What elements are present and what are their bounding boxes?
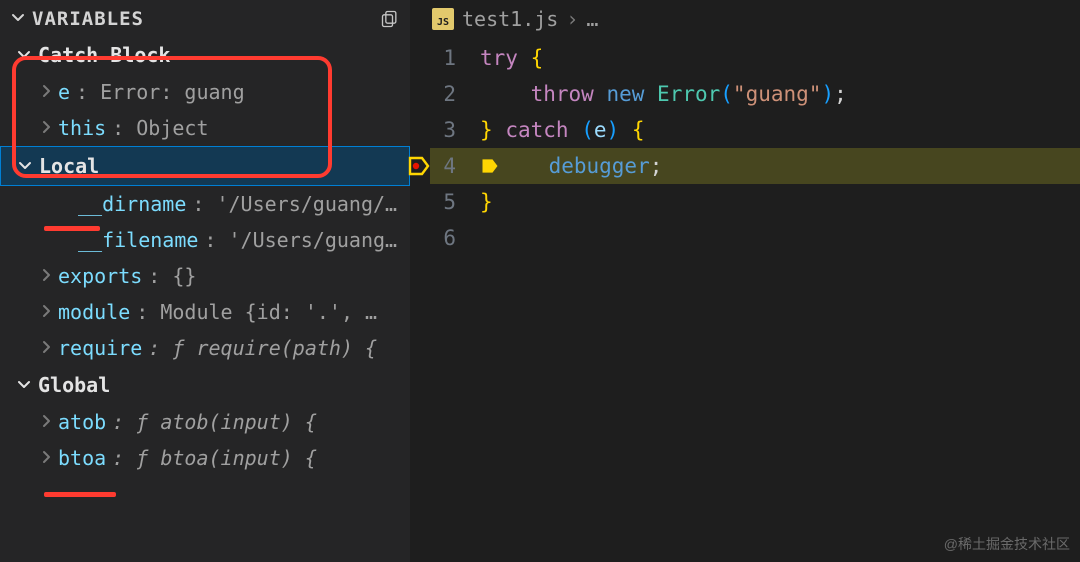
code-area[interactable]: 1try {2 throw new Error("guang");3} catc… — [410, 36, 1080, 256]
variable-value: Error: guang — [100, 80, 245, 104]
chevron-down-icon — [16, 373, 38, 397]
chevron-right-icon — [38, 410, 58, 434]
variable-value: Module {id: '.', … — [160, 300, 377, 324]
line-number: 4 — [430, 154, 480, 178]
variable-row[interactable]: __dirname: '/Users/guang/… — [0, 186, 410, 222]
chevron-right-icon — [38, 446, 58, 470]
code-line[interactable]: 3} catch (e) { — [430, 112, 1080, 148]
variable-name: exports — [58, 264, 142, 288]
variable-name: __filename — [78, 228, 198, 252]
variable-name: module — [58, 300, 130, 324]
variable-row[interactable]: require: ƒ require(path) { — [0, 330, 410, 366]
line-number: 1 — [430, 46, 480, 70]
variable-value: '/Users/guang… — [229, 228, 398, 252]
code-editor: JS test1.js › … 1try {2 throw new Error(… — [410, 0, 1080, 562]
scope-label: Global — [38, 373, 110, 397]
variable-name: atob — [58, 410, 106, 434]
variable-row[interactable]: this: Object — [0, 110, 410, 146]
variable-name: e — [58, 80, 70, 104]
variable-row[interactable]: e: Error: guang — [0, 74, 410, 110]
execution-marker-icon — [480, 154, 498, 178]
variable-name: require — [58, 336, 142, 360]
scope-catch-block[interactable]: Catch Block — [0, 36, 410, 74]
chevron-right-icon — [38, 336, 58, 360]
scope-label: Catch Block — [38, 43, 170, 67]
line-number: 5 — [430, 190, 480, 214]
execution-pointer-icon — [406, 153, 432, 179]
variable-value: ƒ btoa(input) { — [136, 446, 317, 470]
breadcrumb-tail[interactable]: … — [586, 7, 598, 31]
scope-global[interactable]: Global — [0, 366, 410, 404]
collapse-all-icon[interactable] — [380, 9, 400, 29]
scope-local[interactable]: Local — [0, 146, 410, 186]
chevron-down-icon — [10, 8, 32, 30]
chevron-down-icon — [17, 154, 39, 178]
variable-name: __dirname — [78, 192, 186, 216]
variable-row[interactable]: atob: ƒ atob(input) { — [0, 404, 410, 440]
chevron-right-icon — [38, 264, 58, 288]
variable-value: {} — [172, 264, 196, 288]
code-line[interactable]: 5} — [430, 184, 1080, 220]
variable-value: '/Users/guang/… — [216, 192, 397, 216]
code-line[interactable]: 6 — [430, 220, 1080, 256]
breadcrumb-filename[interactable]: test1.js — [462, 7, 558, 31]
chevron-right-icon — [38, 300, 58, 324]
scope-label: Local — [39, 154, 99, 178]
panel-title: VARIABLES — [32, 8, 380, 30]
breadcrumb[interactable]: JS test1.js › … — [410, 0, 1080, 36]
chevron-down-icon — [16, 43, 38, 67]
code-line[interactable]: 1try { — [430, 40, 1080, 76]
variable-name: this — [58, 116, 106, 140]
line-number: 6 — [430, 226, 480, 250]
chevron-right-icon — [38, 116, 58, 140]
javascript-file-icon: JS — [432, 8, 454, 30]
variables-panel: VARIABLES Catch Block e: Error: guang th… — [0, 0, 410, 562]
line-number: 3 — [430, 118, 480, 142]
variable-row[interactable]: exports: {} — [0, 258, 410, 294]
variable-row[interactable]: btoa: ƒ btoa(input) { — [0, 440, 410, 476]
watermark: @稀土掘金技术社区 — [944, 534, 1070, 554]
variables-header[interactable]: VARIABLES — [0, 0, 410, 36]
variable-value: Object — [136, 116, 208, 140]
breadcrumb-separator: › — [566, 7, 578, 31]
variable-value: ƒ atob(input) { — [136, 410, 317, 434]
variable-name: btoa — [58, 446, 106, 470]
variable-value: ƒ require(path) { — [172, 336, 377, 360]
code-line[interactable]: 4 debugger; — [430, 148, 1080, 184]
line-number: 2 — [430, 82, 480, 106]
chevron-right-icon — [38, 80, 58, 104]
annotation-underline — [44, 226, 100, 231]
variable-row[interactable]: module: Module {id: '.', … — [0, 294, 410, 330]
code-line[interactable]: 2 throw new Error("guang"); — [430, 76, 1080, 112]
annotation-underline — [44, 492, 116, 497]
